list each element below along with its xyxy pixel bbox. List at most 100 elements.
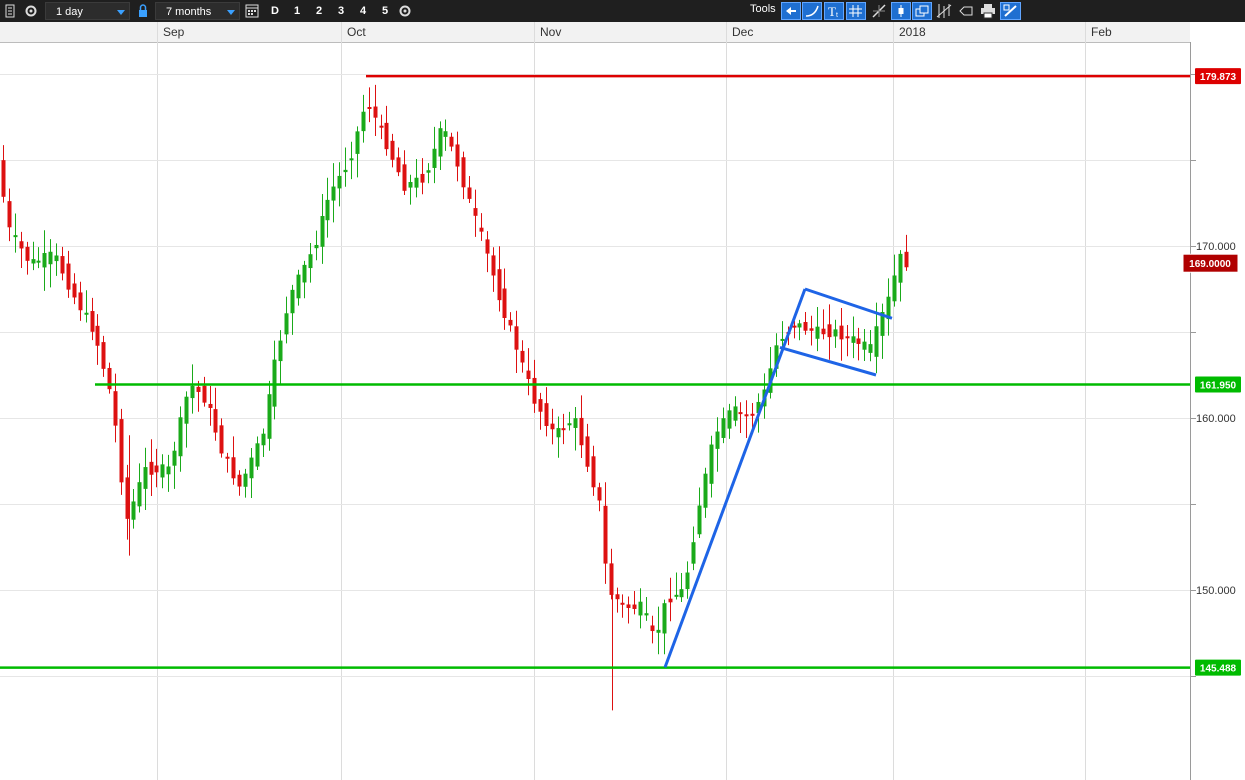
candle-body (154, 465, 159, 473)
candle-icon[interactable] (891, 2, 911, 20)
time-axis-label: 2018 (899, 25, 926, 39)
candle-body (461, 157, 466, 188)
candle-body (750, 413, 755, 416)
candle-body (892, 275, 897, 302)
range-select[interactable]: 7 months (155, 2, 240, 20)
candle-body (48, 251, 53, 265)
candle-body (90, 311, 95, 332)
candle-body (408, 181, 413, 188)
label-icon[interactable] (956, 2, 976, 20)
candle-body (497, 269, 502, 301)
price-axis-label: 160.000 (1196, 413, 1236, 425)
candle-body (190, 385, 195, 399)
candle-body (196, 386, 201, 392)
fib-icon[interactable] (934, 2, 954, 20)
candle-body (414, 177, 419, 188)
candle-body (290, 289, 295, 314)
candle-body (272, 359, 277, 407)
candle-body (267, 394, 272, 439)
settings-icon[interactable] (397, 2, 413, 20)
candle-body (278, 340, 283, 362)
candle-body (803, 322, 808, 331)
back-arrow-icon[interactable] (781, 2, 801, 20)
candle-body (231, 457, 236, 479)
chart-toolbar: 1 day 7 months D 1 2 3 4 5 Tools Tt (0, 0, 1245, 23)
candle-body (66, 263, 71, 290)
time-axis-label: Oct (347, 25, 366, 39)
candle-body (827, 324, 832, 338)
candle-body (744, 414, 749, 417)
candle-body (225, 456, 230, 459)
draw-icon[interactable] (869, 2, 889, 20)
candle-body (797, 323, 802, 328)
range-value: 7 months (166, 6, 212, 18)
candle-body (314, 244, 319, 249)
candle-body (567, 423, 572, 426)
curve-icon[interactable] (802, 2, 822, 20)
time-axis-label: Nov (540, 25, 561, 39)
candle-body (349, 158, 354, 161)
candle-body (556, 428, 561, 438)
menu-icon[interactable] (3, 2, 17, 20)
print-icon[interactable] (978, 2, 998, 20)
svg-text:T: T (828, 4, 836, 19)
candle-body (508, 319, 513, 326)
period-button-4[interactable]: 4 (355, 2, 371, 20)
candle-body (721, 418, 726, 438)
candle-body (202, 385, 207, 403)
candle-body (137, 482, 142, 507)
candle-body (839, 325, 844, 340)
price-tag-label: 179.873 (1200, 72, 1237, 83)
candle-body (367, 106, 372, 109)
candle-body (532, 377, 537, 404)
candle-body (373, 106, 378, 118)
draw-tools-icon[interactable] (1000, 2, 1021, 20)
candle-body (591, 456, 596, 488)
windows-icon[interactable] (912, 2, 932, 20)
candle-body (125, 477, 130, 519)
candle-body (679, 589, 684, 598)
candle-body (579, 417, 584, 446)
lock-icon[interactable] (136, 2, 150, 20)
interval-value: 1 day (56, 6, 83, 18)
candle-body (561, 428, 566, 431)
candle-body (178, 417, 183, 457)
period-button-1[interactable]: 1 (289, 2, 305, 20)
candle-body (42, 253, 47, 268)
candle-body (296, 274, 301, 299)
candle-body (343, 169, 348, 173)
candle-body (72, 283, 77, 298)
candle-body (550, 423, 555, 430)
candle-body (13, 235, 18, 238)
candle-body (7, 201, 12, 228)
candle-body (249, 457, 254, 479)
candle-body (172, 450, 177, 466)
candle-body (856, 338, 861, 344)
gear-icon[interactable] (23, 2, 39, 20)
candle-body (443, 131, 448, 137)
candle-body (668, 598, 673, 603)
candle-body (603, 505, 608, 564)
candle-body (95, 325, 100, 346)
grid-icon[interactable] (846, 2, 866, 20)
period-button-3[interactable]: 3 (333, 2, 349, 20)
candle-body (107, 367, 112, 390)
candle-body (479, 227, 484, 232)
period-button-5[interactable]: 5 (377, 2, 393, 20)
candle-body (101, 342, 106, 369)
candle-body (261, 433, 266, 446)
period-button-d[interactable]: D (267, 2, 283, 20)
candle-body (36, 260, 41, 263)
price-chart[interactable]: Sep Oct Nov Dec 2018 Feb 170.000 160.000 150.00… (0, 22, 1245, 780)
interval-select[interactable]: 1 day (45, 2, 130, 20)
candle-body (331, 186, 336, 201)
candle-body (84, 312, 89, 315)
calendar-icon[interactable] (244, 2, 260, 20)
candle-body (60, 256, 65, 274)
candle-body (573, 418, 578, 428)
period-button-2[interactable]: 2 (311, 2, 327, 20)
text-icon[interactable]: Tt (824, 2, 844, 20)
candle-body (685, 572, 690, 590)
candle-body (833, 329, 838, 337)
candle-body (874, 326, 879, 357)
